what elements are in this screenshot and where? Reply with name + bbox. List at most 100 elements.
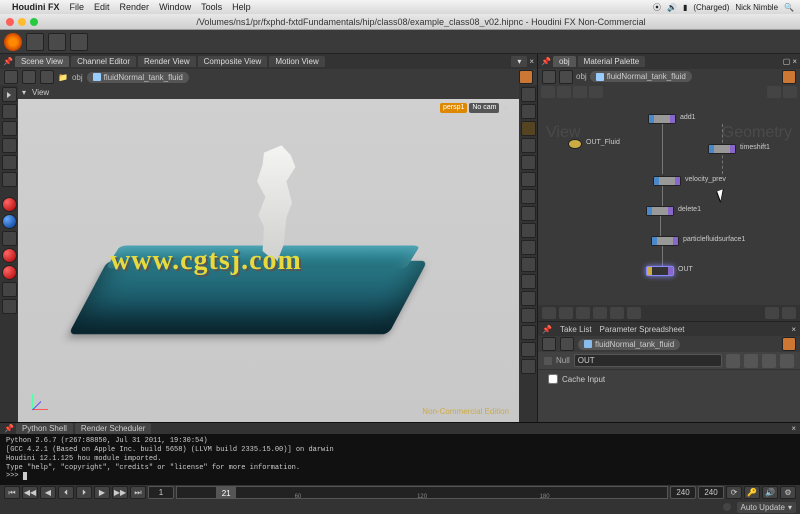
range-start-input[interactable]: 1 xyxy=(148,486,174,499)
path-root-icon[interactable]: 📁 xyxy=(58,73,68,82)
render-region-button[interactable] xyxy=(2,197,17,212)
wifi-icon[interactable]: ⦿ xyxy=(653,2,661,13)
xray-button[interactable] xyxy=(521,172,536,187)
params-pin-button[interactable] xyxy=(782,337,796,351)
select-tool-button[interactable] xyxy=(2,87,17,102)
material-palette-tab[interactable]: Material Palette xyxy=(578,56,646,67)
node-velocity-prev[interactable] xyxy=(653,176,681,186)
play-last-button[interactable]: ⏭ xyxy=(130,486,146,499)
inspect-button[interactable] xyxy=(2,231,17,246)
cache-input-checkbox[interactable]: Cache Input xyxy=(548,374,605,384)
close-icon[interactable] xyxy=(6,18,14,26)
tab-render-scheduler[interactable]: Render Scheduler xyxy=(75,423,151,434)
menu-help[interactable]: Help xyxy=(232,2,251,12)
shell-close-icon[interactable]: × xyxy=(791,424,796,433)
pane-anchor-icon[interactable]: 📌 xyxy=(541,57,551,66)
pane-maximize-icon[interactable]: ▢ xyxy=(783,57,791,66)
params-close-icon[interactable]: × xyxy=(791,325,796,334)
pin-button[interactable] xyxy=(519,70,533,84)
tab-motion-view[interactable]: Motion View xyxy=(269,56,324,67)
play-step-fwd-button[interactable]: ⏵ xyxy=(76,486,92,499)
misc-tool-button[interactable] xyxy=(2,299,17,314)
user-label[interactable]: Nick Nimble xyxy=(735,3,778,12)
translate-tool-button[interactable] xyxy=(2,121,17,136)
camera-lock-button[interactable] xyxy=(521,308,536,323)
params-node-pill[interactable]: fluidNormal_tank_fluid xyxy=(578,339,680,350)
node-add1[interactable] xyxy=(648,114,676,124)
points-button[interactable] xyxy=(521,206,536,221)
ghost-button[interactable] xyxy=(521,155,536,170)
net-expand-button[interactable] xyxy=(559,307,573,319)
global-end-input[interactable]: 240 xyxy=(698,486,724,499)
params-path-back-button[interactable] xyxy=(542,337,556,351)
pane-close-icon[interactable]: × xyxy=(792,57,797,66)
current-frame-marker[interactable]: 21 xyxy=(216,487,236,498)
net-path-back-button[interactable] xyxy=(542,70,556,84)
node-particlefluidsurface1[interactable] xyxy=(651,236,679,246)
net-path-leaf[interactable]: fluidNormal_tank_fluid xyxy=(590,71,692,82)
net-frame-button[interactable] xyxy=(576,307,590,319)
viewport-misc-a-button[interactable] xyxy=(521,342,536,357)
wireframe-button[interactable] xyxy=(521,138,536,153)
net-minimap-button[interactable] xyxy=(765,307,779,319)
cache-input-check[interactable] xyxy=(548,374,558,384)
timeline-ruler[interactable]: 21 60 120 180 xyxy=(176,486,668,499)
shading-mode-button[interactable] xyxy=(521,104,536,119)
rotate-tool-button[interactable] xyxy=(2,138,17,153)
net-dependency-button[interactable] xyxy=(767,86,781,98)
comment-icon[interactable] xyxy=(780,354,794,368)
net-list-button[interactable] xyxy=(610,307,624,319)
menu-window[interactable]: Window xyxy=(159,2,191,12)
tab-channel-editor[interactable]: Channel Editor xyxy=(71,56,136,67)
update-mode-dropdown[interactable]: Auto Update ▾ xyxy=(737,502,797,513)
menu-tools[interactable]: Tools xyxy=(201,2,222,12)
net-find-button[interactable] xyxy=(589,86,603,98)
save-file-button[interactable] xyxy=(70,33,88,51)
pane-menu-button[interactable]: ▾ xyxy=(511,56,527,67)
path-forward-button[interactable] xyxy=(22,70,36,84)
play-next-key-button[interactable]: ▶▶ xyxy=(112,486,128,499)
play-prev-key-button[interactable]: ◀◀ xyxy=(22,486,38,499)
handle-tool-button[interactable] xyxy=(2,172,17,187)
node-delete1[interactable] xyxy=(646,206,674,216)
node-out[interactable] xyxy=(646,266,674,276)
open-file-button[interactable] xyxy=(48,33,66,51)
net-options-button[interactable] xyxy=(783,86,797,98)
houdini-logo-icon[interactable] xyxy=(4,33,22,51)
net-zoom-fit-button[interactable] xyxy=(573,86,587,98)
network-view[interactable]: View Geometry add1 OUT_Fluid timeshift1 … xyxy=(538,84,800,322)
tab-take-list[interactable]: Take List xyxy=(560,325,592,334)
info-icon[interactable] xyxy=(762,354,776,368)
pane-close-icon[interactable]: × xyxy=(529,57,534,66)
viewport[interactable]: ▾ View persp1 No cam ▾ www.cgtsj.com Non… xyxy=(18,85,519,422)
net-path-obj[interactable]: obj xyxy=(576,72,587,81)
params-path-fwd-button[interactable] xyxy=(560,337,574,351)
viewport-bg-button[interactable] xyxy=(521,291,536,306)
play-back-button[interactable]: ◀ xyxy=(40,486,56,499)
zoom-icon[interactable] xyxy=(30,18,38,26)
battery-icon[interactable]: ▮ xyxy=(683,3,687,12)
menu-render[interactable]: Render xyxy=(120,2,150,12)
net-path-fwd-button[interactable] xyxy=(559,70,573,84)
realtime-toggle[interactable]: ⟳ xyxy=(726,486,742,499)
viewport-color-button[interactable] xyxy=(521,274,536,289)
anim-opts-button[interactable]: ⚙ xyxy=(780,486,796,499)
display-options-button[interactable] xyxy=(521,87,536,102)
menu-edit[interactable]: Edit xyxy=(94,2,110,12)
net-align-button[interactable] xyxy=(557,86,571,98)
path-seg-obj[interactable]: obj xyxy=(72,73,83,82)
camera-dropdown-icon[interactable]: ▾ xyxy=(501,103,511,113)
snapshot-button[interactable] xyxy=(2,214,17,229)
audio-icon[interactable]: 🔊 xyxy=(762,486,778,499)
node-name-input[interactable]: OUT xyxy=(574,354,722,367)
volume-icon[interactable]: 🔊 xyxy=(667,3,677,12)
help-icon[interactable] xyxy=(744,354,758,368)
net-pin-button[interactable] xyxy=(782,70,796,84)
pane-anchor-icon[interactable]: 📌 xyxy=(3,57,13,66)
shader-ball-a-button[interactable] xyxy=(2,248,17,263)
light-tool-button[interactable] xyxy=(2,282,17,297)
scale-tool-button[interactable] xyxy=(2,155,17,170)
range-end-input[interactable]: 240 xyxy=(670,486,696,499)
tab-param-spreadsheet[interactable]: Parameter Spreadsheet xyxy=(600,325,685,334)
spotlight-icon[interactable]: 🔍 xyxy=(784,3,794,12)
